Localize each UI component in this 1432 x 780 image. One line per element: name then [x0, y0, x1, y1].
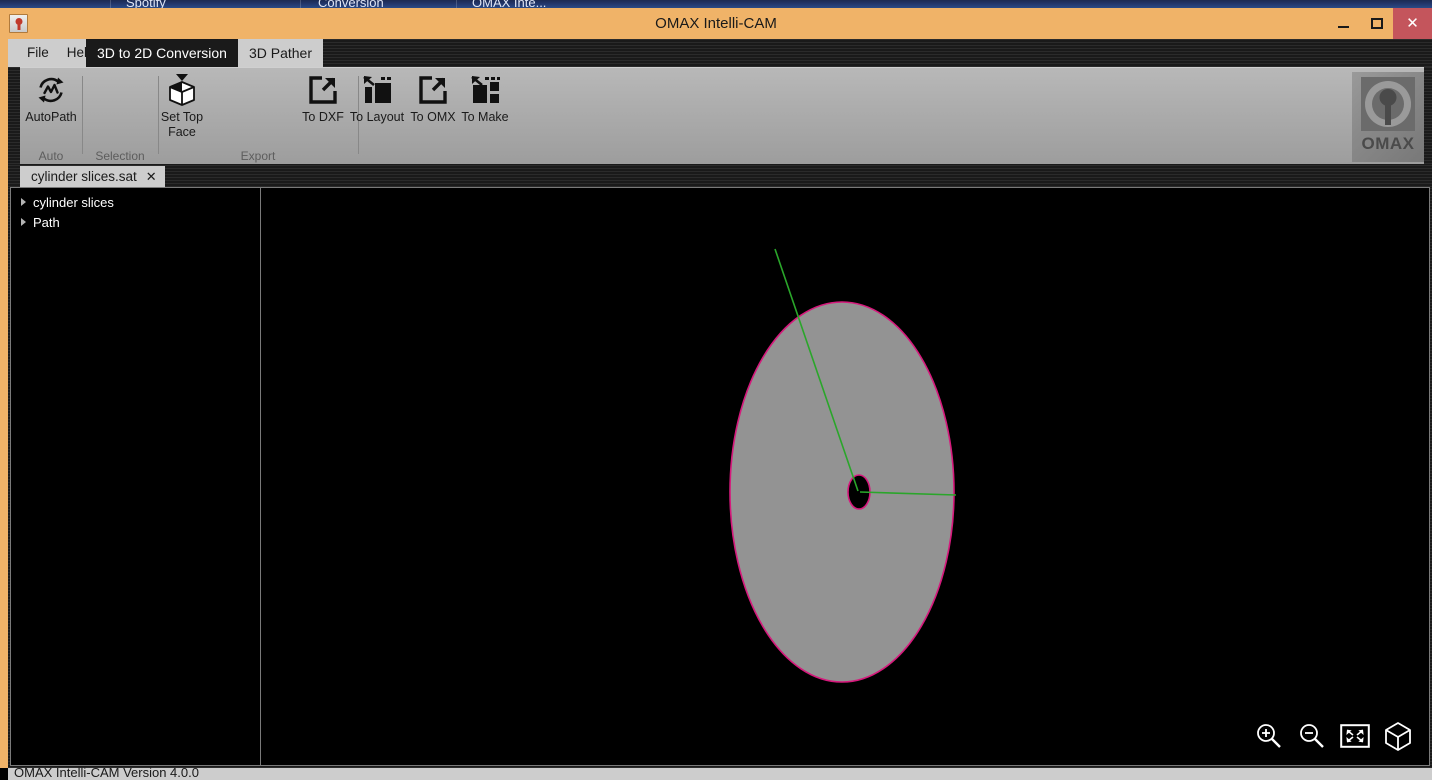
taskbar-separator [110, 0, 111, 8]
autopath-button[interactable]: AutoPath [25, 73, 77, 125]
to-omx-button[interactable]: To OMX [409, 73, 457, 125]
close-button[interactable]: ✕ [1393, 8, 1432, 39]
tree-node-cylinder-slices[interactable]: cylinder slices [11, 192, 261, 212]
taskbar-item-conversion[interactable]: Conversion [318, 0, 384, 8]
3d-viewport[interactable] [260, 187, 1430, 766]
ribbon-group-selection: Set Top Face Selection [82, 68, 203, 165]
layout-panel-icon [361, 73, 393, 107]
menu-item-file[interactable]: File [18, 39, 58, 67]
close-icon[interactable]: ✕ [146, 170, 157, 183]
taskbar-item-omax[interactable]: OMAX Inte... [472, 0, 546, 8]
viewport-toolbar [1254, 721, 1413, 751]
chevron-right-icon[interactable] [21, 218, 26, 226]
ribbon-group-label-export: Export [240, 149, 276, 163]
document-tab-label: cylinder slices.sat [31, 169, 137, 184]
document-tab-strip: cylinder slices.sat ✕ [8, 164, 1432, 187]
export-arrow-icon [418, 73, 448, 107]
tree-node-label: Path [33, 214, 60, 230]
close-icon: ✕ [1406, 15, 1419, 32]
minimize-icon [1338, 25, 1349, 28]
model-disc-face [729, 301, 955, 683]
window-title: OMAX Intelli-CAM [655, 15, 777, 32]
application-window: OMAX Intelli-CAM ✕ File Help 3D to 2D Co… [0, 8, 1432, 780]
omax-logo-plate: OMAX [1352, 71, 1424, 162]
desktop-taskbar-strip: Spotify Conversion OMAX Inte... [0, 0, 1432, 8]
minimize-button[interactable] [1327, 8, 1360, 39]
model-tree-panel: cylinder slices Path [10, 187, 261, 766]
to-dxf-button[interactable]: To DXF [301, 73, 345, 125]
fit-to-screen-icon[interactable] [1340, 721, 1370, 751]
menu-and-tab-row: File Help 3D to 2D Conversion 3D Pather [8, 39, 1432, 67]
to-layout-label: To Layout [349, 110, 405, 124]
omax-nozzle-logo-icon [1361, 77, 1415, 131]
main-tab-bar: 3D to 2D Conversion 3D Pather [86, 39, 323, 67]
to-make-button[interactable]: To Make [459, 73, 511, 125]
make-panel-icon [469, 73, 501, 107]
window-border [0, 8, 8, 768]
zoom-in-icon[interactable] [1254, 721, 1284, 751]
status-bar-text: OMAX Intelli-CAM Version 4.0.0 [14, 765, 199, 780]
viewport-scene [729, 248, 957, 683]
tree-node-label: cylinder slices [33, 194, 114, 210]
taskbar-item-spotify[interactable]: Spotify [126, 0, 166, 8]
ribbon-group-export: To DXF To Layout To OMX To Make Export [158, 68, 509, 165]
title-bar: OMAX Intelli-CAM ✕ [0, 8, 1432, 39]
isometric-view-icon[interactable] [1383, 721, 1413, 751]
taskbar-separator [300, 0, 301, 8]
to-dxf-label: To DXF [302, 110, 344, 124]
omax-logo: OMAX [1350, 68, 1426, 165]
omax-wordmark: OMAX [1361, 134, 1415, 153]
taskbar-separator [456, 0, 457, 8]
ribbon-group-label-auto: Auto [38, 149, 64, 163]
autopath-icon [34, 73, 68, 107]
content-area: cylinder slices Path [8, 187, 1432, 768]
document-tab-cylinder-slices[interactable]: cylinder slices.sat ✕ [20, 166, 165, 187]
maximize-button[interactable] [1360, 8, 1393, 39]
ribbon-toolbar: AutoPath Auto Set Top Face Selection To … [20, 67, 1424, 164]
tab-3d-to-2d-conversion[interactable]: 3D to 2D Conversion [86, 39, 238, 67]
tree-node-path[interactable]: Path [11, 212, 261, 232]
to-omx-label: To OMX [410, 110, 456, 124]
tab-3d-pather[interactable]: 3D Pather [237, 39, 323, 67]
to-make-label: To Make [461, 110, 509, 124]
zoom-out-icon[interactable] [1297, 721, 1327, 751]
logo-nozzle-stem [1385, 103, 1391, 125]
autopath-label: AutoPath [25, 110, 77, 124]
maximize-icon [1370, 18, 1383, 29]
status-bar: OMAX Intelli-CAM Version 4.0.0 [8, 765, 1432, 780]
export-arrow-icon [308, 73, 338, 107]
ribbon-group-auto: AutoPath Auto [20, 68, 82, 165]
chevron-right-icon[interactable] [21, 198, 26, 206]
ribbon-group-label-selection: Selection [95, 149, 145, 163]
to-layout-button[interactable]: To Layout [347, 73, 407, 125]
